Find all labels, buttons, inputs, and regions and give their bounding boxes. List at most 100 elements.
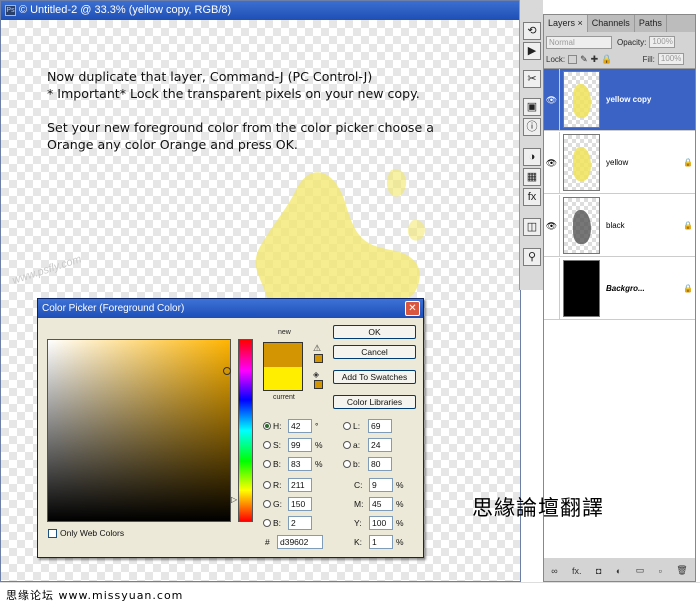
close-icon[interactable]: ✕ bbox=[405, 301, 420, 316]
translation-caption: 思緣論壇翻譯 bbox=[472, 496, 604, 520]
lock-icon: 🔒 bbox=[683, 158, 693, 167]
only-web-colors-label: Only Web Colors bbox=[60, 528, 125, 538]
layers-icon[interactable]: ◫ bbox=[523, 218, 541, 236]
hue-input[interactable]: 42 bbox=[288, 419, 312, 433]
fx-icon[interactable]: fx. bbox=[572, 566, 582, 576]
instruction-line: Now duplicate that layer, Command-J (PC … bbox=[47, 69, 373, 84]
saturation-radio[interactable] bbox=[263, 441, 271, 449]
yellow-input[interactable]: 100 bbox=[369, 516, 393, 530]
layer-name: yellow bbox=[606, 158, 629, 167]
visibility-eye-icon[interactable]: 👁 bbox=[544, 68, 560, 131]
visibility-eye-icon[interactable]: 👁 bbox=[544, 131, 560, 194]
red-radio[interactable] bbox=[263, 481, 271, 489]
layer-row-background[interactable]: · Backgro... 🔒 bbox=[544, 257, 695, 320]
hue-slider-arrow-icon[interactable]: ▷ bbox=[231, 495, 237, 504]
hue-slider[interactable] bbox=[238, 339, 253, 522]
blue-radio[interactable] bbox=[263, 519, 271, 527]
group-icon[interactable]: ▭ bbox=[636, 565, 645, 576]
actions-icon[interactable]: ▶ bbox=[523, 42, 541, 60]
black-field-row: K: 1 % bbox=[354, 535, 404, 549]
lock-position-icon[interactable]: ✚ bbox=[591, 54, 599, 65]
saturation-input[interactable]: 99 bbox=[288, 438, 312, 452]
layer-row-yellow[interactable]: 👁 yellow 🔒 bbox=[544, 131, 695, 194]
document-titlebar[interactable]: Ps © Untitled-2 @ 33.3% (yellow copy, RG… bbox=[1, 1, 520, 20]
layer-thumbnail bbox=[563, 260, 600, 317]
link-icon[interactable]: ∞ bbox=[551, 566, 557, 576]
web-safe-swatch[interactable] bbox=[314, 380, 323, 389]
tab-layers[interactable]: Layers × bbox=[544, 15, 588, 32]
lock-image-icon[interactable]: ✎ bbox=[580, 54, 588, 65]
green-input[interactable]: 150 bbox=[288, 497, 312, 511]
color-libraries-button[interactable]: Color Libraries bbox=[333, 395, 416, 409]
a-channel-input[interactable]: 24 bbox=[368, 438, 392, 452]
saturation-brightness-field[interactable] bbox=[47, 339, 231, 522]
layer-name: yellow copy bbox=[606, 95, 652, 104]
saturation-field-row: S: 99 % bbox=[263, 438, 323, 452]
new-layer-icon[interactable]: ▫ bbox=[659, 566, 662, 576]
visibility-eye-empty[interactable]: · bbox=[544, 257, 560, 320]
magenta-input[interactable]: 45 bbox=[369, 497, 393, 511]
photoshop-icon: Ps bbox=[5, 5, 16, 16]
gamut-swatch[interactable] bbox=[314, 354, 323, 363]
instruction-line: Set your new foreground color from the c… bbox=[47, 120, 434, 135]
new-color-swatch bbox=[263, 342, 303, 367]
layer-row-black[interactable]: 👁 black 🔒 bbox=[544, 194, 695, 257]
cyan-input[interactable]: 9 bbox=[369, 478, 393, 492]
hue-radio[interactable] bbox=[263, 422, 271, 430]
history-icon[interactable]: ⟲ bbox=[523, 22, 541, 40]
brightness-radio[interactable] bbox=[263, 460, 271, 468]
panel-tabs: Layers × Channels Paths bbox=[544, 15, 695, 32]
layer-thumbnail bbox=[563, 197, 600, 254]
a-channel-field-row: a: 24 bbox=[343, 438, 392, 452]
ok-button[interactable]: OK bbox=[333, 325, 416, 339]
red-input[interactable]: 211 bbox=[288, 478, 312, 492]
cancel-button[interactable]: Cancel bbox=[333, 345, 416, 359]
opacity-label: Opacity: bbox=[617, 37, 647, 47]
web-safe-warning-icon[interactable]: ◈ bbox=[313, 370, 319, 379]
styles-icon[interactable]: fx bbox=[523, 188, 541, 206]
lock-row: Lock: ✎ ✚ 🔒 Fill: 100% bbox=[546, 51, 695, 67]
layer-name: Backgro... bbox=[606, 284, 645, 293]
red-field-row: R: 211 bbox=[263, 478, 312, 492]
layer-row-yellow-copy[interactable]: 👁 yellow copy bbox=[544, 68, 695, 131]
green-radio[interactable] bbox=[263, 500, 271, 508]
tab-channels[interactable]: Channels bbox=[588, 15, 635, 32]
tools-icon[interactable]: ✂ bbox=[523, 70, 541, 88]
add-to-swatches-button[interactable]: Add To Swatches bbox=[333, 370, 416, 384]
b-channel-input[interactable]: 80 bbox=[368, 457, 392, 471]
layer-thumbnail bbox=[563, 71, 600, 128]
hex-field-row: # d39602 bbox=[265, 535, 323, 549]
layers-footer: ∞ fx. ◘ ◐ ▭ ▫ 🗑 bbox=[544, 560, 695, 581]
hex-input[interactable]: d39602 bbox=[277, 535, 323, 549]
tab-paths[interactable]: Paths bbox=[635, 15, 667, 32]
fill-field[interactable]: 100% bbox=[657, 53, 684, 65]
visibility-eye-icon[interactable]: 👁 bbox=[544, 194, 560, 257]
brightness-input[interactable]: 83 bbox=[288, 457, 312, 471]
fill-label: Fill: bbox=[642, 54, 655, 64]
lightness-radio[interactable] bbox=[343, 422, 351, 430]
only-web-colors-checkbox[interactable] bbox=[48, 528, 57, 538]
blue-input[interactable]: 2 bbox=[288, 516, 312, 530]
blend-mode-select[interactable]: Normal bbox=[546, 35, 612, 49]
gamut-warning-icon[interactable]: ⚠ bbox=[313, 343, 321, 354]
swatches-icon[interactable]: ▦ bbox=[523, 168, 541, 186]
mask-icon[interactable]: ◘ bbox=[596, 566, 601, 576]
only-web-colors-row: Only Web Colors bbox=[48, 528, 124, 538]
b-channel-radio[interactable] bbox=[343, 460, 351, 468]
panel-tool-strip: ⟲ ▶ ✂ ▣ ⓘ ◑ ▦ fx ◫ ⚲ bbox=[519, 0, 543, 290]
navigator-icon[interactable]: ▣ bbox=[523, 98, 541, 116]
trash-icon[interactable]: 🗑 bbox=[676, 565, 687, 576]
opacity-field[interactable]: 100% bbox=[649, 36, 676, 48]
paths-icon[interactable]: ⚲ bbox=[523, 248, 541, 266]
adjustment-icon[interactable]: ◐ bbox=[616, 566, 621, 576]
lightness-input[interactable]: 69 bbox=[368, 419, 392, 433]
lock-all-icon[interactable]: 🔒 bbox=[601, 54, 612, 65]
color-selector-marker[interactable] bbox=[223, 367, 231, 375]
current-color-swatch[interactable] bbox=[263, 367, 303, 391]
a-channel-radio[interactable] bbox=[343, 441, 351, 449]
black-input[interactable]: 1 bbox=[369, 535, 393, 549]
info-icon[interactable]: ⓘ bbox=[523, 118, 541, 136]
lock-transparent-icon[interactable] bbox=[568, 54, 578, 64]
color-icon[interactable]: ◑ bbox=[523, 148, 541, 166]
color-picker-titlebar[interactable]: Color Picker (Foreground Color) ✕ bbox=[38, 299, 423, 318]
